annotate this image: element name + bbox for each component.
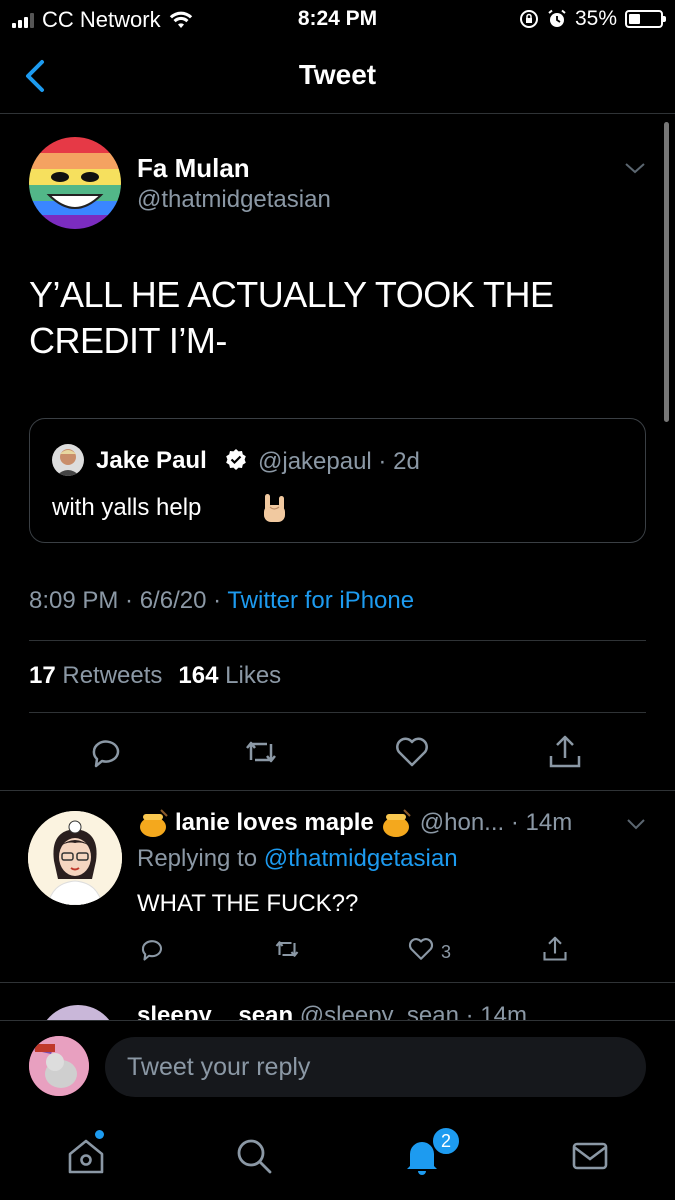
- search-icon: [237, 1139, 272, 1174]
- retweet-icon: [275, 941, 299, 957]
- tab-home[interactable]: [64, 1134, 108, 1178]
- reply-header: lanie loves maple @hon... · 14m: [137, 808, 572, 838]
- battery-icon: [625, 10, 666, 28]
- tab-bar: 2: [0, 1116, 675, 1200]
- tweet-timestamp: 8:09 PM · 6/6/20 ·: [29, 587, 228, 614]
- divider: [29, 712, 646, 713]
- quoted-tweet[interactable]: Jake Paul @jakepaul · 2d with yalls help: [29, 418, 646, 543]
- scroll-indicator[interactable]: [664, 122, 669, 422]
- home-icon: [68, 1139, 104, 1174]
- quote-handle-time: @jakepaul · 2d: [258, 448, 420, 475]
- reply-icon: [141, 940, 163, 961]
- like-button[interactable]: [392, 732, 432, 772]
- reply-retweet-button[interactable]: [272, 934, 302, 964]
- quote-author-name: Jake Paul: [96, 447, 207, 474]
- reply-icon: [92, 740, 120, 768]
- retweets-label: Retweets: [62, 662, 163, 689]
- heart-icon: [408, 938, 434, 960]
- verified-badge-icon: [226, 449, 246, 470]
- retweet-button[interactable]: [241, 732, 281, 772]
- orientation-lock-icon: [519, 10, 538, 28]
- alarm-icon: [548, 9, 566, 27]
- author-name[interactable]: Fa Mulan: [137, 153, 250, 184]
- reply-handle-time[interactable]: @hon... · 14m: [420, 809, 572, 837]
- home-unread-dot: [95, 1130, 104, 1139]
- replying-to-link[interactable]: @thatmidgetasian: [264, 845, 458, 872]
- reply-text: WHAT THE FUCK??: [137, 890, 359, 917]
- battery-percent: 35%: [574, 7, 617, 30]
- page-title: Tweet: [298, 59, 377, 90]
- mail-icon: [572, 1142, 608, 1170]
- reply-avatar[interactable]: [28, 811, 122, 905]
- share-icon: [549, 735, 581, 768]
- tweet-options-button[interactable]: [623, 160, 647, 176]
- quote-avatar: [52, 444, 84, 476]
- author-avatar[interactable]: [29, 137, 121, 229]
- tweet-text-line: Y’ALL HE ACTUALLY TOOK THE: [29, 274, 554, 315]
- user-avatar[interactable]: [29, 1036, 89, 1096]
- share-icon: [543, 936, 567, 961]
- reply-button[interactable]: [86, 732, 126, 772]
- notification-badge: 2: [431, 1126, 461, 1156]
- quote-text: with yalls help: [52, 494, 202, 521]
- tweet-stats: 17 Retweets 164 Likes: [29, 662, 281, 690]
- replying-to-label: Replying to: [137, 845, 264, 872]
- nav-bar: Tweet: [0, 40, 675, 114]
- divider: [0, 790, 675, 791]
- reply-share-button[interactable]: [540, 934, 570, 964]
- tab-messages[interactable]: [568, 1134, 612, 1178]
- share-button[interactable]: [545, 732, 585, 772]
- reply-author-name[interactable]: lanie loves maple: [175, 809, 374, 837]
- reply-options-button[interactable]: [625, 817, 647, 831]
- reply-reply-button[interactable]: [137, 934, 167, 964]
- tweet-text-line: CREDIT I’M-: [29, 320, 227, 361]
- chevron-down-icon: [625, 163, 645, 174]
- likes-count: 164: [178, 662, 219, 689]
- status-right: 35%: [519, 7, 666, 31]
- author-handle[interactable]: @thatmidgetasian: [137, 186, 331, 214]
- heart-icon: [396, 737, 428, 767]
- honey-pot-emoji-icon: [382, 809, 411, 837]
- retweets-count: 17: [29, 662, 56, 689]
- honey-pot-emoji-icon: [140, 809, 168, 837]
- tweet-text: Y’ALL HE ACTUALLY TOOK THE CREDIT I’M-: [29, 272, 629, 364]
- reply-input[interactable]: Tweet your reply: [105, 1037, 646, 1097]
- tweet-source-link[interactable]: Twitter for iPhone: [227, 587, 414, 614]
- status-bar: CC Network 8:24 PM 35%: [0, 0, 675, 38]
- chevron-down-icon: [627, 819, 645, 830]
- reply-like-button[interactable]: [406, 934, 436, 964]
- retweet-icon: [246, 741, 276, 763]
- retweets-stat[interactable]: 17 Retweets: [29, 662, 162, 690]
- tab-search[interactable]: [232, 1134, 276, 1178]
- battery-fill: [629, 14, 640, 24]
- likes-label: Likes: [225, 662, 282, 689]
- reply-like-count: 3: [441, 942, 452, 962]
- divider: [29, 640, 646, 641]
- compose-bar: Tweet your reply: [0, 1020, 675, 1116]
- tweet-meta: 8:09 PM · 6/6/20 · Twitter for iPhone: [29, 587, 414, 615]
- likes-stat[interactable]: 164 Likes: [178, 662, 281, 690]
- replying-to: Replying to @thatmidgetasian: [137, 845, 458, 873]
- divider: [0, 982, 675, 983]
- rock-hand-emoji-icon: [264, 494, 285, 522]
